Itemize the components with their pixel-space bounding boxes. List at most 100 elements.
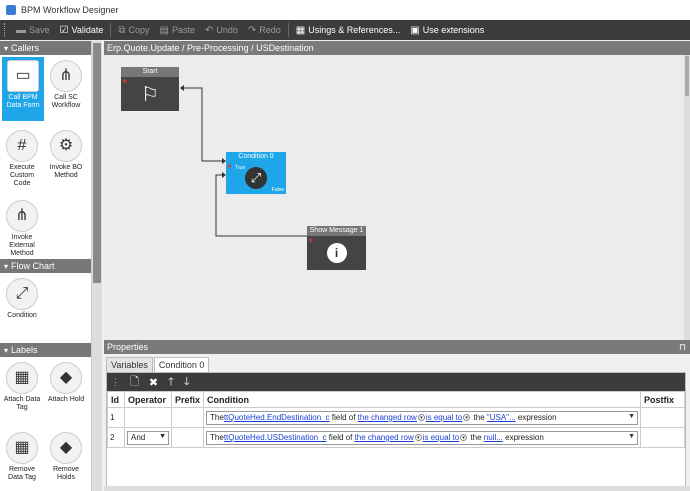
info-icon: i [326,243,347,263]
move-down-icon[interactable]: 🡓 [184,373,190,392]
expand-icon[interactable]: + [227,161,232,171]
cell-postfix[interactable] [640,407,685,428]
toolbar-grip[interactable] [4,23,7,37]
dropdown-arrow-icon[interactable]: ▼ [628,433,635,440]
node-show-message[interactable]: Show Message 1 + i [307,226,366,270]
scrollbar-thumb[interactable] [685,56,689,96]
chevron-down-icon[interactable]: ▾ [460,434,468,441]
undo-button[interactable]: ↶ Undo [200,21,243,39]
toolbox-scrollbar[interactable] [92,41,102,491]
cell-id: 1 [107,407,125,428]
tool-remove-data-tag[interactable]: ▦ Remove Data Tag [2,429,42,482]
tab-variables[interactable]: Variables [106,357,153,372]
new-icon[interactable]: 🗋 [130,373,139,392]
table-row[interactable]: 1 The ttQuoteHed.EndDestination_c field … [107,407,685,428]
cell-prefix[interactable] [170,407,205,428]
connector-start-condition [184,87,222,162]
condition-dropdown[interactable]: The ttQuoteHed.EndDestination_c field of… [206,410,638,425]
copy-icon: ⧉ [118,24,126,36]
tool-invoke-bo-method[interactable]: ⚙ Invoke BO Method [46,127,86,180]
window-title: BPM Workflow Designer [21,5,119,15]
field-link[interactable]: ttQuoteHed.USDestination_c [224,433,327,442]
pin-icon[interactable]: ⊓ [679,342,686,353]
references-icon: ▦ [295,24,306,36]
tool-call-sc-workflow[interactable]: ⋔ Call SC Workflow [46,57,86,110]
breadcrumb: Erp.Quote.Update / Pre-Processing / USDe… [104,41,690,55]
validate-button[interactable]: ☑ Validate [55,21,109,39]
scrollbar-thumb[interactable] [93,43,101,283]
tool-invoke-external-method[interactable]: ⋔ Invoke External Method [2,197,42,258]
data-tag-icon: ▦ [6,362,38,394]
tool-attach-data-tag[interactable]: ▦ Attach Data Tag [2,359,42,412]
table-header-row: Id Operator Prefix Condition Postfix [107,391,685,408]
connector-arrow [180,85,184,91]
field-link[interactable]: ttQuoteHed.EndDestination_c [224,413,330,422]
value-link[interactable]: null... [484,433,503,442]
operator-link[interactable]: is equal to [423,433,459,442]
tool-attach-hold[interactable]: ◆ Attach Hold [46,359,86,404]
cell-postfix[interactable] [640,427,685,448]
category-callers[interactable]: ▾ Callers [0,41,91,55]
canvas-scrollbar[interactable] [684,55,690,340]
move-up-icon[interactable]: 🡑 [168,373,174,392]
toolbar-grip[interactable]: ⋮ [111,377,120,388]
main-toolbar: ▬ Save ☑ Validate ⧉ Copy ▤ Paste ↶ Undo ↷ Redo… [0,20,690,40]
dropdown-arrow-icon[interactable]: ▼ [628,413,635,420]
cell-id: 2 [107,427,125,448]
usings-references-button[interactable]: ▦ Usings & References... [291,21,406,39]
expand-icon[interactable]: + [122,76,127,86]
undo-icon: ↶ [204,24,214,36]
use-extensions-button[interactable]: ▣ Use extensions [405,21,489,39]
flag-icon: ⚐ [141,83,159,106]
redo-icon: ↷ [247,24,257,36]
workflow-canvas[interactable]: Start + ⚐ Condition 0 + True ⤢ False Sho… [104,55,684,340]
expand-icon[interactable]: + [308,235,313,245]
table-row[interactable]: 2 And ▼ The ttQuoteHed.USDestination_c f… [107,427,685,448]
conditions-table: Id Operator Prefix Condition Postfix 1 T… [107,391,685,448]
delete-icon[interactable]: ✖ [149,376,158,389]
cell-operator[interactable] [124,407,172,428]
node-condition[interactable]: Condition 0 + True ⤢ False [226,152,286,194]
paste-button[interactable]: ▤ Paste [155,21,200,39]
cell-prefix[interactable] [170,427,205,448]
node-start[interactable]: Start + ⚐ [121,67,179,111]
row-link[interactable]: the changed row [358,413,417,422]
tool-execute-custom-code[interactable]: # Execute Custom Code [2,127,42,188]
paste-icon: ▤ [159,24,169,36]
category-labels[interactable]: ▾ Labels [0,343,91,357]
category-flow-chart[interactable]: ▾ Flow Chart [0,259,91,273]
hold-icon: ◆ [50,362,82,394]
chevron-down-icon: ▾ [4,261,9,271]
operator-link[interactable]: is equal to [426,413,462,422]
column-header-postfix: Postfix [640,391,685,408]
code-icon: # [6,130,38,162]
tool-condition[interactable]: ⤢ Condition [2,275,42,320]
chevron-down-icon: ▾ [4,43,9,53]
copy-button[interactable]: ⧉ Copy [113,21,154,39]
operator-select[interactable]: And ▼ [127,430,169,445]
value-link[interactable]: "USA"... [487,413,516,422]
condition-icon: ⤢ [245,167,267,189]
cell-condition: The ttQuoteHed.USDestination_c field of … [203,427,641,448]
remove-data-tag-icon: ▦ [6,432,38,464]
chevron-down-icon: ▾ [4,345,9,355]
dropdown-arrow-icon[interactable]: ▼ [159,433,166,440]
chevron-down-icon[interactable]: ▾ [417,414,425,421]
column-header-condition: Condition [203,391,641,408]
row-link[interactable]: the changed row [355,433,414,442]
save-button[interactable]: ▬ Save [11,21,55,39]
chevron-down-icon[interactable]: ▾ [414,434,422,441]
cell-operator: And ▼ [124,427,172,448]
connectors [180,85,311,239]
tool-remove-holds[interactable]: ◆ Remove Holds [46,429,86,482]
condition-dropdown[interactable]: The ttQuoteHed.USDestination_c field of … [206,430,638,445]
bo-method-icon: ⚙ [50,130,82,162]
tool-call-bpm-data-form[interactable]: ▭ Call BPM Data Form [2,57,44,121]
title-bar: BPM Workflow Designer [0,0,690,20]
horizontal-scrollbar[interactable] [104,486,690,491]
column-header-id: Id [107,391,125,408]
tab-condition-0[interactable]: Condition 0 [153,357,210,372]
chevron-down-icon[interactable]: ▾ [463,414,471,421]
redo-button[interactable]: ↷ Redo [243,21,286,39]
condition-icon: ⤢ [6,278,38,310]
